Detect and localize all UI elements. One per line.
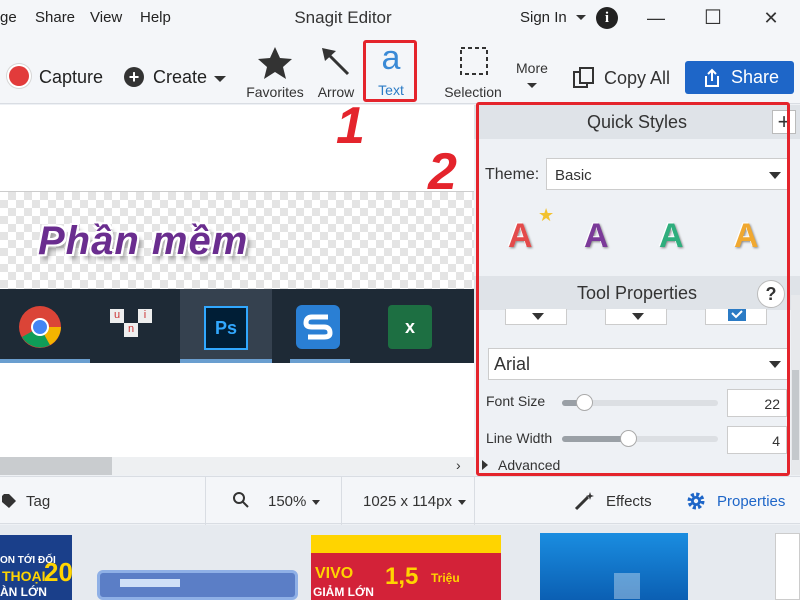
create-button[interactable]: Create [153, 67, 207, 88]
thumbnail-1[interactable]: ON TỚI ĐỐI THOẠI ÀN LỚN 20 [0, 535, 72, 600]
chevron-down-icon [312, 499, 321, 505]
info-icon[interactable]: i [596, 7, 618, 29]
canvas[interactable]: Phần mềm u i n Ps x › [0, 105, 474, 475]
dimensions-value: 1025 x 114px [363, 493, 452, 510]
close-button[interactable]: ✕ [761, 8, 781, 28]
app-indicator [0, 359, 90, 363]
thumbnail-3[interactable]: VIVO GIẢM LỚN 1,5 Triệu [311, 535, 501, 600]
more-label: More [516, 60, 548, 76]
scrollbar-thumb[interactable] [0, 457, 112, 475]
share-button[interactable]: Share [685, 61, 794, 94]
thumb-text: 20 [44, 557, 72, 587]
favorites-label: Favorites [246, 84, 304, 100]
tag-icon [2, 494, 16, 508]
thumbnail-tray: ON TỚI ĐỐI THOẠI ÀN LỚN 20 VIVO GIẢM LỚN… [0, 525, 800, 600]
thumb-bar [120, 579, 180, 587]
share-icon [705, 68, 719, 87]
divider [341, 477, 342, 525]
zoom-dropdown[interactable]: 150% [268, 493, 321, 510]
thumb-text: 1,5 [385, 563, 419, 590]
zoom-value: 150% [268, 493, 307, 510]
thumbnail-5[interactable] [775, 533, 800, 600]
sign-in-label: Sign In [520, 9, 567, 26]
thumbnail-2[interactable] [97, 570, 298, 600]
capture-icon[interactable] [9, 66, 29, 86]
star-icon [258, 47, 292, 79]
dimensions-dropdown[interactable]: 1025 x 114px [363, 493, 466, 510]
scrollbar-thumb[interactable] [792, 370, 799, 460]
thumb-text: VIVO [315, 565, 354, 582]
text-tool-highlight [363, 40, 417, 102]
selection-icon [460, 47, 488, 75]
divider [474, 477, 475, 525]
divider [205, 477, 206, 525]
unikey-icon: u i n [110, 309, 154, 353]
excel-icon: x [388, 305, 432, 349]
image-text: Phần mềm [38, 219, 249, 263]
status-bar: Tag 150% 1025 x 114px Effects Properties [0, 476, 800, 525]
chevron-down-icon [214, 76, 226, 82]
scroll-right-icon[interactable]: › [456, 457, 461, 473]
thumb-header [311, 535, 501, 553]
more-button[interactable]: More [516, 60, 548, 92]
favorites-tool[interactable]: Favorites [244, 44, 306, 100]
zoom-icon [233, 492, 249, 508]
unikey-key: i [138, 309, 152, 323]
share-label: Share [731, 67, 780, 87]
minimize-button[interactable]: — [646, 8, 666, 28]
properties-button[interactable]: Properties [717, 493, 785, 510]
windows-logo-icon [614, 573, 640, 599]
chrome-icon [19, 306, 61, 348]
unikey-key: u [110, 309, 124, 323]
thumb-text: ÀN LỚN [0, 585, 47, 599]
thumb-text: THOẠI [2, 568, 46, 584]
selection-label: Selection [444, 84, 502, 100]
title-bar: ge Share View Help Snagit Editor Sign In… [0, 0, 800, 36]
arrow-icon [322, 48, 350, 76]
chevron-down-icon [457, 499, 466, 505]
thumb-text: GIẢM LỚN [313, 585, 374, 599]
sign-in-button[interactable]: Sign In [520, 9, 587, 26]
plus-icon[interactable]: + [124, 67, 144, 87]
photoshop-icon: Ps [204, 306, 248, 350]
thumbnail-4[interactable] [540, 533, 688, 600]
panel-highlight-box [476, 102, 790, 476]
arrow-tool[interactable]: Arrow [314, 44, 358, 100]
unikey-key: n [124, 323, 138, 337]
chevron-down-icon [575, 15, 586, 20]
magic-wand-icon [574, 492, 594, 511]
maximize-button[interactable]: ☐ [703, 8, 723, 28]
copy-all-button[interactable]: Copy All [604, 68, 670, 89]
captured-taskbar: u i n Ps x [0, 289, 474, 363]
app-indicator [290, 359, 350, 363]
tag-button[interactable]: Tag [26, 493, 50, 510]
capture-button[interactable]: Capture [39, 67, 103, 88]
annotation-number-1: 1 [336, 97, 365, 155]
thumb-text: Triệu [431, 571, 460, 585]
gear-icon [687, 492, 705, 510]
chevron-down-icon [526, 83, 537, 88]
copy-icon [573, 67, 594, 88]
snagit-icon [296, 305, 340, 349]
selection-tool[interactable]: Selection [440, 44, 506, 100]
effects-button[interactable]: Effects [606, 493, 652, 510]
annotation-number-2: 2 [428, 143, 457, 201]
app-indicator [180, 359, 272, 363]
